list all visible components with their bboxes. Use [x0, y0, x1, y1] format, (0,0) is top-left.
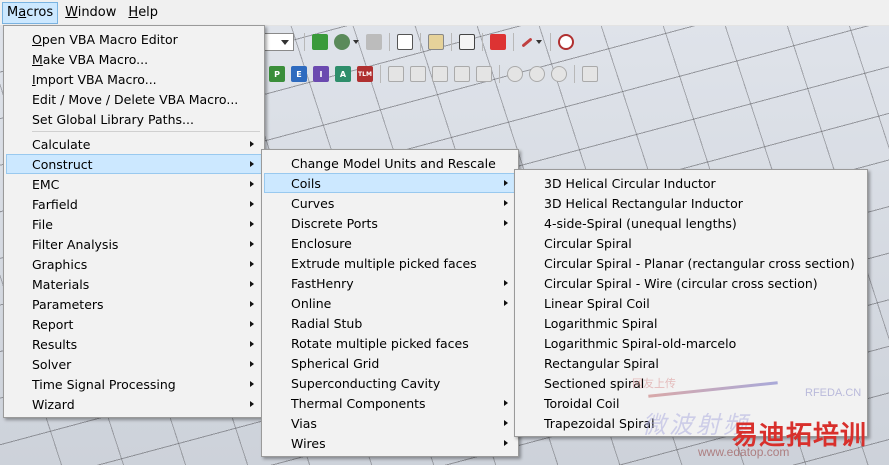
toolbar-separator — [389, 33, 390, 51]
menu-item-import-vba-macro[interactable]: Import VBA Macro... — [6, 69, 262, 89]
menu-item-circular-spiral-planar[interactable]: Circular Spiral - Planar (rectangular cr… — [517, 253, 865, 273]
menu-item-time-signal-processing[interactable]: Time Signal Processing — [6, 374, 262, 394]
menu-item-parameters[interactable]: Parameters — [6, 294, 262, 314]
layers-icon[interactable] — [582, 66, 598, 82]
toolbar-separator — [380, 65, 381, 83]
menu-item-logarithmic-spiral[interactable]: Logarithmic Spiral — [517, 313, 865, 333]
menubar-window[interactable]: Window — [60, 2, 121, 24]
toolbar-separator — [482, 33, 483, 51]
export-icon[interactable] — [459, 34, 475, 50]
target-icon[interactable] — [529, 66, 545, 82]
a-icon[interactable]: A — [335, 66, 351, 82]
menu-item-circular-spiral-wire[interactable]: Circular Spiral - Wire (circular cross s… — [517, 273, 865, 293]
menu-item-spherical-grid[interactable]: Spherical Grid — [264, 353, 516, 373]
menu-item-fasthenry[interactable]: FastHenry — [264, 273, 516, 293]
menu-item-toroidal-coil[interactable]: Toroidal Coil — [517, 393, 865, 413]
macros-menu: Open VBA Macro Editor Make VBA Macro... … — [3, 25, 265, 418]
tlm-icon[interactable]: TLM — [357, 66, 373, 82]
menu-item-3d-helical-rectangular[interactable]: 3D Helical Rectangular Inductor — [517, 193, 865, 213]
menu-item-radial-stub[interactable]: Radial Stub — [264, 313, 516, 333]
menubar-macros[interactable]: Macros — [2, 1, 59, 24]
copy-icon[interactable] — [366, 34, 382, 50]
menu-item-thermal-components[interactable]: Thermal Components — [264, 393, 516, 413]
toolbar-separator — [499, 65, 500, 83]
menu-item-change-model-units[interactable]: Change Model Units and Rescale — [264, 153, 516, 173]
menu-item-global-library-paths[interactable]: Set Global Library Paths... — [6, 109, 262, 129]
menu-item-file[interactable]: File — [6, 214, 262, 234]
gear-icon[interactable] — [334, 34, 350, 50]
menu-item-rectangular-spiral[interactable]: Rectangular Spiral — [517, 353, 865, 373]
toolbar-separator — [304, 33, 305, 51]
menu-item-rotate-faces[interactable]: Rotate multiple picked faces — [264, 333, 516, 353]
toolbar-separator — [451, 33, 452, 51]
menu-item-coils[interactable]: Coils — [264, 173, 516, 193]
toolbar-row-2: P E I A TLM — [266, 62, 601, 86]
chevron-down-icon[interactable] — [536, 40, 542, 44]
menu-item-calculate[interactable]: Calculate — [6, 134, 262, 154]
ruler-icon[interactable] — [312, 34, 328, 50]
construct-submenu: Change Model Units and Rescale Coils Cur… — [261, 149, 519, 457]
menu-item-report[interactable]: Report — [6, 314, 262, 334]
toolbar-separator — [420, 33, 421, 51]
menu-item-farfield[interactable]: Farfield — [6, 194, 262, 214]
toolbar-row-1 — [264, 30, 577, 54]
grid-icon[interactable] — [432, 66, 448, 82]
toolbar-separator — [550, 33, 551, 51]
delete-icon[interactable] — [490, 34, 506, 50]
coils-submenu: 3D Helical Circular Inductor 3D Helical … — [514, 169, 868, 437]
menu-item-superconducting-cavity[interactable]: Superconducting Cavity — [264, 373, 516, 393]
menu-separator — [32, 131, 260, 132]
menu-item-3d-helical-circular[interactable]: 3D Helical Circular Inductor — [517, 173, 865, 193]
i-icon[interactable]: I — [313, 66, 329, 82]
menu-item-wires[interactable]: Wires — [264, 433, 516, 453]
menu-item-open-vba-editor[interactable]: Open VBA Macro Editor — [6, 29, 262, 49]
menu-item-edit-move-delete[interactable]: Edit / Move / Delete VBA Macro... — [6, 89, 262, 109]
menu-item-emc[interactable]: EMC — [6, 174, 262, 194]
menu-item-results[interactable]: Results — [6, 334, 262, 354]
toolbar-separator — [513, 33, 514, 51]
menu-item-filter-analysis[interactable]: Filter Analysis — [6, 234, 262, 254]
menu-item-extrude-faces[interactable]: Extrude multiple picked faces — [264, 253, 516, 273]
target-icon[interactable] — [507, 66, 523, 82]
menu-item-solver[interactable]: Solver — [6, 354, 262, 374]
toolbar-separator — [574, 65, 575, 83]
menu-item-graphics[interactable]: Graphics — [6, 254, 262, 274]
probe-icon[interactable] — [521, 36, 533, 48]
menu-item-curves[interactable]: Curves — [264, 193, 516, 213]
e-icon[interactable]: E — [291, 66, 307, 82]
menu-item-linear-spiral-coil[interactable]: Linear Spiral Coil — [517, 293, 865, 313]
pick-icon[interactable] — [397, 34, 413, 50]
chart-icon[interactable] — [428, 34, 444, 50]
grid-icon[interactable] — [388, 66, 404, 82]
menu-item-discrete-ports[interactable]: Discrete Ports — [264, 213, 516, 233]
chevron-down-icon[interactable] — [353, 40, 359, 44]
stop-icon[interactable] — [558, 34, 574, 50]
menu-item-construct[interactable]: Construct — [6, 154, 262, 174]
grid-icon[interactable] — [410, 66, 426, 82]
menubar: Macros Window Help — [0, 0, 889, 26]
menu-item-online[interactable]: Online — [264, 293, 516, 313]
menu-item-wizard[interactable]: Wizard — [6, 394, 262, 414]
target-icon[interactable] — [551, 66, 567, 82]
toolbar-combo[interactable] — [264, 33, 294, 51]
menu-item-make-vba-macro[interactable]: Make VBA Macro... — [6, 49, 262, 69]
menubar-help[interactable]: Help — [123, 2, 163, 24]
grid-icon[interactable] — [454, 66, 470, 82]
menu-item-4-side-spiral[interactable]: 4-side-Spiral (unequal lengths) — [517, 213, 865, 233]
menu-item-enclosure[interactable]: Enclosure — [264, 233, 516, 253]
menu-item-circular-spiral[interactable]: Circular Spiral — [517, 233, 865, 253]
grid-icon[interactable] — [476, 66, 492, 82]
p-icon[interactable]: P — [269, 66, 285, 82]
menu-item-materials[interactable]: Materials — [6, 274, 262, 294]
menu-item-logarithmic-spiral-old[interactable]: Logarithmic Spiral-old-marcelo — [517, 333, 865, 353]
menu-item-trapezoidal-spiral[interactable]: Trapezoidal Spiral — [517, 413, 865, 433]
menu-item-vias[interactable]: Vias — [264, 413, 516, 433]
